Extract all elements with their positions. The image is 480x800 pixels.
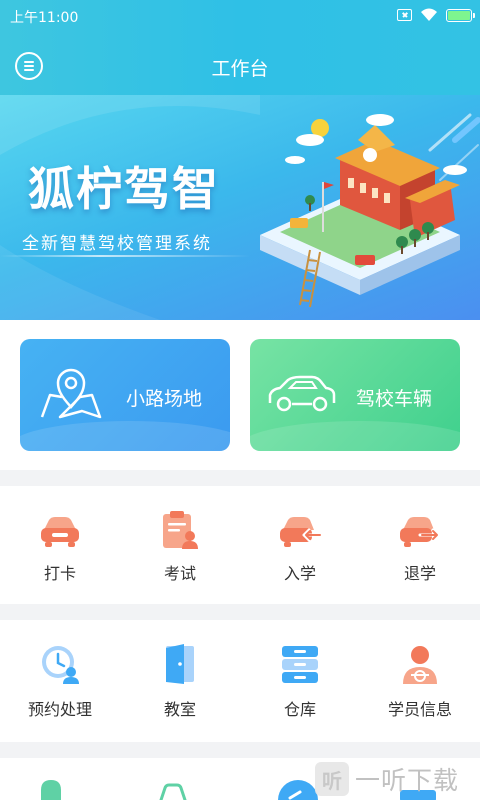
student-info-icon — [403, 646, 437, 684]
exam-clipboard-icon — [163, 511, 198, 549]
status-icons — [397, 6, 475, 24]
card-school-vehicles[interactable]: 驾校车辆 — [250, 339, 460, 451]
classroom-door-icon — [166, 644, 194, 684]
car-enter-icon — [280, 517, 322, 547]
grid-section-2: 预约处理 教室 仓库 学员信息 — [0, 620, 480, 742]
card-road-site-label: 小路场地 — [126, 388, 203, 410]
status-bar: 上午11:00 — [0, 0, 480, 30]
watermark: 听 一听下载 — [315, 758, 480, 800]
grid-label-appointment: 预约处理 — [27, 700, 92, 719]
card-school-vehicles-label: 驾校车辆 — [356, 388, 433, 410]
banner-title: 狐柠驾智 — [28, 162, 220, 216]
grid-item-student-info[interactable]: 学员信息 — [360, 642, 480, 738]
warehouse-drawers-icon — [282, 646, 318, 683]
car-outline-small-icon[interactable] — [158, 780, 188, 800]
watermark-logo: 听 — [315, 762, 349, 796]
location-shield-icon[interactable] — [38, 778, 64, 800]
grid-label-classroom: 教室 — [163, 700, 196, 719]
grid-item-enroll[interactable]: 入学 — [240, 508, 360, 604]
grid-item-warehouse[interactable]: 仓库 — [240, 642, 360, 738]
feature-cards: 小路场地 驾校车辆 — [0, 320, 480, 470]
grid-item-checkin[interactable]: 打卡 — [0, 508, 120, 604]
wrench-circle-icon[interactable] — [278, 778, 318, 800]
grid-section-1: 打卡 考试 入学 退学 — [0, 486, 480, 604]
grid-label-warehouse: 仓库 — [283, 700, 316, 719]
grid-label-student-info: 学员信息 — [387, 700, 452, 719]
card-road-site[interactable]: 小路场地 — [20, 339, 230, 451]
school-illustration — [260, 114, 467, 308]
grid-label-checkin: 打卡 — [43, 564, 76, 583]
appointment-clock-icon — [42, 646, 79, 684]
grid-label-withdraw: 退学 — [403, 564, 436, 583]
grid-item-withdraw[interactable]: 退学 — [360, 508, 480, 604]
watermark-text: 一听下载 — [355, 766, 460, 795]
grid-item-exam[interactable]: 考试 — [120, 508, 240, 604]
car-exit-icon — [400, 517, 440, 547]
no-sim-icon — [397, 9, 412, 21]
map-pin-icon — [40, 368, 102, 419]
page-title: 工作台 — [211, 58, 269, 80]
banner-divider — [0, 255, 250, 257]
top-bar: 上午11:00 工作台 — [0, 0, 480, 95]
car-icon — [41, 517, 79, 547]
grid-label-exam: 考试 — [163, 564, 196, 583]
grid-item-classroom[interactable]: 教室 — [120, 642, 240, 738]
grid-label-enroll: 入学 — [283, 564, 316, 583]
banner-subtitle: 全新智慧驾校管理系统 — [22, 234, 212, 254]
car-outline-icon — [268, 375, 336, 412]
wifi-icon — [421, 8, 437, 21]
banner[interactable]: 狐柠驾智 全新智慧驾校管理系统 — [0, 95, 480, 320]
battery-icon — [446, 8, 475, 22]
status-time: 上午11:00 — [10, 10, 79, 26]
grid-item-appointment[interactable]: 预约处理 — [0, 642, 120, 738]
